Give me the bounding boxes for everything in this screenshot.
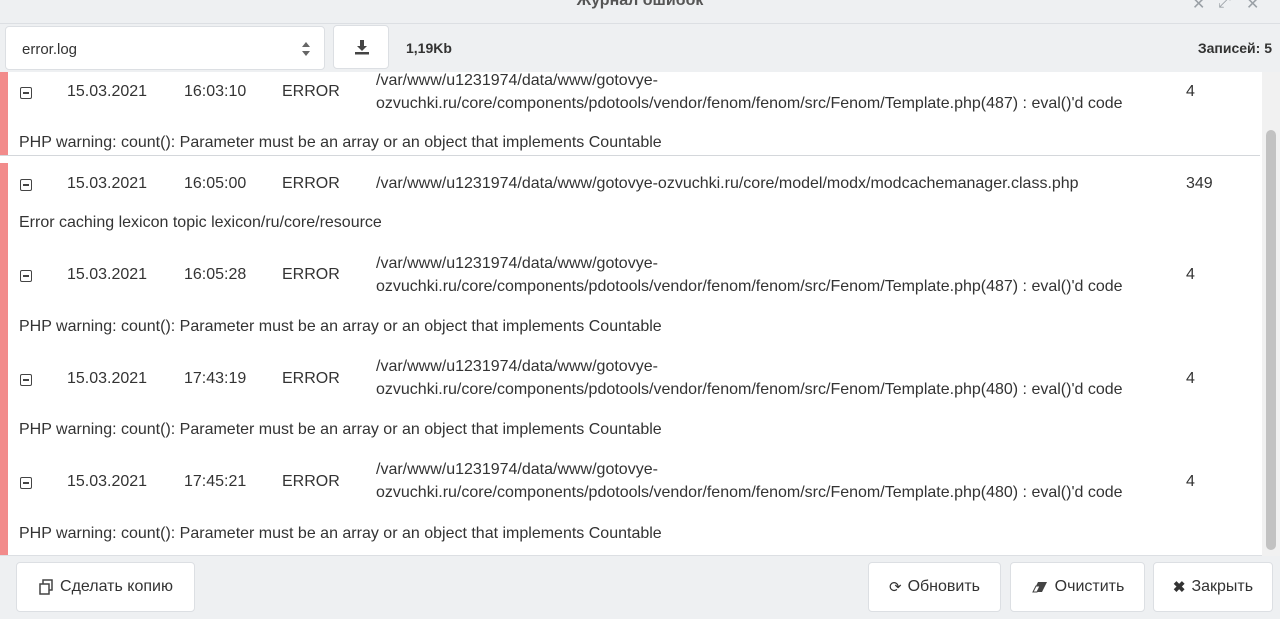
records-count: Записей: 5	[1197, 40, 1272, 56]
log-file-select[interactable]: error.log	[5, 26, 325, 70]
entry-level: ERROR	[282, 370, 340, 387]
clear-label: Очистить	[1054, 578, 1125, 595]
close-label: Закрыть	[1191, 578, 1254, 595]
log-entry: 15.03.2021 16:05:00 ERROR /var/www/u1231…	[0, 163, 1260, 244]
entry-line-number: 4	[1186, 83, 1195, 100]
entry-line-number: 4	[1186, 266, 1195, 283]
make-copy-button[interactable]: Сделать копию	[16, 562, 195, 612]
entry-level: ERROR	[282, 83, 340, 100]
entry-message: PHP warning: count(): Parameter must be …	[19, 525, 662, 542]
close-x-icon: ✖	[1172, 579, 1186, 596]
entry-level: ERROR	[282, 473, 340, 490]
eraser-icon	[1031, 582, 1047, 593]
entry-time: 16:05:28	[184, 266, 247, 283]
scrollbar-thumb[interactable]	[1266, 130, 1276, 550]
collapse-icon[interactable]: ✕	[1192, 0, 1205, 14]
make-copy-label: Сделать копию	[60, 578, 173, 595]
download-icon	[355, 40, 369, 55]
error-indicator-bar	[0, 163, 8, 243]
error-indicator-bar	[0, 346, 8, 449]
entry-file-line1: /var/www/u1231974/data/www/gotovye-	[376, 255, 658, 272]
entry-message: PHP warning: count(): Parameter must be …	[19, 318, 662, 335]
entry-time: 16:05:00	[184, 175, 247, 192]
error-indicator-bar	[0, 243, 8, 346]
entry-time: 17:43:19	[184, 370, 247, 387]
close-button[interactable]: ✖ Закрыть	[1153, 562, 1273, 612]
collapse-toggle-icon[interactable]	[20, 87, 32, 99]
close-icon[interactable]: ✕	[1246, 0, 1259, 14]
entry-date: 15.03.2021	[67, 473, 148, 490]
log-entry: 15.03.2021 17:43:19 ERROR /var/www/u1231…	[0, 346, 1260, 450]
entry-file-line1: /var/www/u1231974/data/www/gotovye-	[376, 461, 658, 478]
entry-time: 16:03:10	[184, 83, 247, 100]
entry-file-line2: ozvuchki.ru/core/components/pdotools/ven…	[376, 95, 1123, 112]
entry-date: 15.03.2021	[67, 83, 148, 100]
entry-file-line1: /var/www/u1231974/data/www/gotovye-	[376, 72, 658, 89]
log-entries-list: 15.03.2021 16:03:10 ERROR /var/www/u1231…	[0, 72, 1262, 556]
refresh-icon: ⟳	[888, 579, 902, 596]
entry-file-line1: /var/www/u1231974/data/www/gotovye-	[376, 358, 658, 375]
entry-level: ERROR	[282, 175, 340, 192]
entry-file-line1: /var/www/u1231974/data/www/gotovye-ozvuc…	[376, 175, 1079, 192]
collapse-toggle-icon[interactable]	[20, 477, 32, 489]
download-button[interactable]	[333, 25, 389, 69]
entry-date: 15.03.2021	[67, 175, 148, 192]
error-indicator-bar	[0, 72, 8, 155]
window-title: Журнал ошибок	[576, 0, 704, 9]
toolbar: error.log 1,19Kb Записей: 5	[0, 24, 1280, 72]
entry-line-number: 4	[1186, 473, 1195, 490]
entry-line-number: 349	[1186, 175, 1213, 192]
entry-line-number: 4	[1186, 370, 1195, 387]
collapse-toggle-icon[interactable]	[20, 179, 32, 191]
window-title-bar: Журнал ошибок ✕ ⤢ ✕	[0, 0, 1280, 24]
entry-message: Error caching lexicon topic lexicon/ru/c…	[19, 214, 382, 231]
entry-date: 15.03.2021	[67, 370, 148, 387]
entry-file-line2: ozvuchki.ru/core/components/pdotools/ven…	[376, 381, 1123, 398]
entry-date: 15.03.2021	[67, 266, 148, 283]
refresh-button[interactable]: ⟳ Обновить	[868, 562, 1001, 612]
entry-file-line2: ozvuchki.ru/core/components/pdotools/ven…	[376, 278, 1123, 295]
file-size: 1,19Kb	[406, 40, 452, 56]
log-file-select-value: error.log	[22, 41, 78, 58]
entry-file-line2: ozvuchki.ru/core/components/pdotools/ven…	[376, 484, 1123, 501]
entry-message: PHP warning: count(): Parameter must be …	[19, 134, 662, 151]
vertical-scrollbar[interactable]	[1262, 72, 1280, 556]
log-entry: 15.03.2021 16:05:28 ERROR /var/www/u1231…	[0, 243, 1260, 347]
log-entry: 15.03.2021 17:45:21 ERROR /var/www/u1231…	[0, 449, 1260, 555]
error-indicator-bar	[0, 449, 8, 555]
log-entry: 15.03.2021 16:03:10 ERROR /var/www/u1231…	[0, 72, 1260, 156]
refresh-label: Обновить	[907, 578, 981, 595]
entry-time: 17:45:21	[184, 473, 247, 490]
entry-level: ERROR	[282, 266, 340, 283]
footer: Сделать копию ⟳ Обновить Очистить ✖ Закр…	[0, 556, 1280, 619]
collapse-toggle-icon[interactable]	[20, 374, 32, 386]
expand-icon[interactable]: ⤢	[1218, 0, 1231, 12]
sort-arrows-icon	[302, 42, 310, 56]
clear-button[interactable]: Очистить	[1010, 562, 1145, 612]
collapse-toggle-icon[interactable]	[20, 270, 32, 282]
copy-icon	[39, 579, 53, 595]
entry-message: PHP warning: count(): Parameter must be …	[19, 421, 662, 438]
